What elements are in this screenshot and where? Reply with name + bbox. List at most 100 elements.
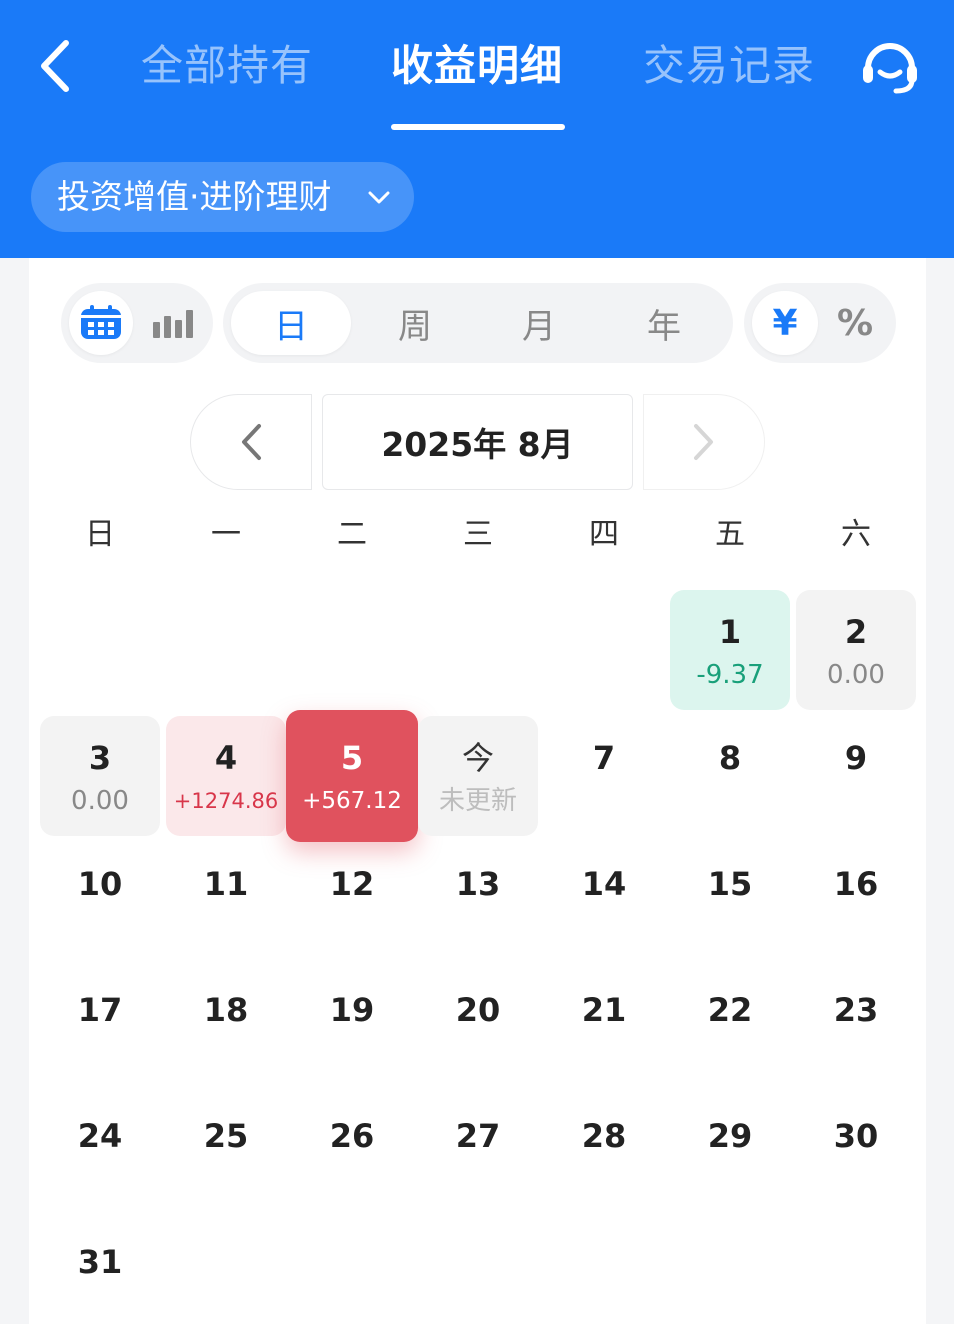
day-number: 29 [707, 1117, 753, 1155]
day-number: 27 [455, 1117, 501, 1155]
day-earnings: 未更新 [438, 786, 517, 816]
tab-transactions[interactable]: 交易记录 [643, 36, 815, 96]
calendar-day[interactable]: 23 [796, 968, 916, 1088]
calendar-day[interactable]: 30 [796, 1094, 916, 1214]
day-number: 7 [592, 739, 616, 777]
period-month[interactable]: 月 [479, 291, 599, 355]
next-month-button[interactable] [643, 394, 765, 490]
weekday-label: 三 [463, 517, 493, 552]
calendar-day[interactable]: 22 [670, 968, 790, 1088]
day-number: 4 [214, 739, 238, 777]
tab-holdings[interactable]: 全部持有 [141, 36, 313, 96]
day-earnings: -9.37 [696, 660, 764, 690]
day-number: 12 [329, 865, 375, 903]
calendar-day[interactable]: 12 [292, 842, 412, 962]
calendar-day[interactable]: 21 [544, 968, 664, 1088]
day-earnings: 0.00 [71, 786, 129, 816]
day-number: 13 [455, 865, 501, 903]
calendar-day[interactable]: 1 -9.37 [670, 590, 790, 710]
calendar-day[interactable]: 20 [418, 968, 538, 1088]
day-number: 30 [833, 1117, 879, 1155]
day-number: 3 [88, 739, 112, 777]
chart-view-button[interactable] [141, 291, 205, 355]
calendar-day[interactable]: 15 [670, 842, 790, 962]
calendar-icon [81, 305, 121, 339]
unit-toggle: ¥ % [744, 283, 896, 363]
calendar-day[interactable]: 16 [796, 842, 916, 962]
chevron-left-icon [41, 40, 69, 92]
day-number: 今 [461, 739, 494, 777]
period-day[interactable]: 日 [231, 291, 351, 355]
day-number: 5 [340, 739, 364, 777]
weekday-label: 一 [211, 517, 241, 552]
day-number: 19 [329, 991, 375, 1029]
weekday-label: 二 [337, 517, 367, 552]
day-number: 17 [77, 991, 123, 1029]
customer-service-button[interactable] [858, 34, 922, 98]
back-button[interactable] [30, 30, 78, 102]
day-number: 22 [707, 991, 753, 1029]
calendar-day[interactable]: 19 [292, 968, 412, 1088]
calendar-day-today[interactable]: 今未更新 [418, 716, 538, 836]
day-number: 14 [581, 865, 627, 903]
day-number: 11 [203, 865, 249, 903]
day-number: 15 [707, 865, 753, 903]
calendar-day[interactable]: 5 +567.12 [286, 710, 418, 842]
calendar-day[interactable]: 25 [166, 1094, 286, 1214]
calendar-view-button[interactable] [69, 291, 133, 355]
view-toggle [61, 283, 213, 363]
tab-earnings-detail[interactable]: 收益明细 [391, 36, 563, 96]
day-earnings: +567.12 [302, 788, 402, 814]
chevron-left-icon [242, 424, 261, 460]
unit-percent[interactable]: % [822, 291, 888, 355]
period-week[interactable]: 周 [355, 291, 475, 355]
day-number: 8 [718, 739, 742, 777]
calendar-day[interactable]: 2 0.00 [796, 590, 916, 710]
day-number: 31 [77, 1243, 123, 1281]
day-number: 10 [77, 865, 123, 903]
day-number: 21 [581, 991, 627, 1029]
day-number: 26 [329, 1117, 375, 1155]
headset-icon [863, 43, 917, 94]
product-selector[interactable]: 投资增值·进阶理财 [31, 162, 414, 232]
calendar-day[interactable]: 28 [544, 1094, 664, 1214]
calendar-day[interactable]: 8 [670, 716, 790, 836]
calendar-day[interactable]: 27 [418, 1094, 538, 1214]
calendar-day[interactable]: 18 [166, 968, 286, 1088]
calendar-day[interactable]: 13 [418, 842, 538, 962]
calendar-day[interactable]: 26 [292, 1094, 412, 1214]
calendar-day[interactable]: 7 [544, 716, 664, 836]
day-number: 25 [203, 1117, 249, 1155]
unit-amount[interactable]: ¥ [752, 291, 818, 355]
calendar-day[interactable]: 14 [544, 842, 664, 962]
chevron-down-icon [368, 191, 390, 204]
day-earnings: 0.00 [827, 660, 885, 690]
calendar-day[interactable]: 10 [40, 842, 160, 962]
calendar-day[interactable]: 29 [670, 1094, 790, 1214]
product-label: 投资增值·进阶理财 [57, 177, 332, 216]
app-header: 全部持有 收益明细 交易记录 投资增值·进阶理财 [0, 0, 954, 258]
day-number: 18 [203, 991, 249, 1029]
calendar-day[interactable]: 11 [166, 842, 286, 962]
day-number: 2 [844, 613, 868, 651]
month-display[interactable]: 2025年 8月 [322, 394, 633, 490]
calendar-day[interactable]: 3 0.00 [40, 716, 160, 836]
chevron-right-icon [694, 424, 713, 460]
tab-underline [391, 124, 565, 130]
weekday-label: 六 [841, 517, 871, 552]
day-number: 23 [833, 991, 879, 1029]
period-year[interactable]: 年 [603, 291, 725, 355]
calendar-day[interactable]: 4 +1274.86 [166, 716, 286, 836]
calendar-day[interactable]: 17 [40, 968, 160, 1088]
calendar-day[interactable]: 24 [40, 1094, 160, 1214]
period-selector: 日 周 月 年 [223, 283, 733, 363]
day-number: 16 [833, 865, 879, 903]
calendar-day[interactable]: 9 [796, 716, 916, 836]
weekday-label: 五 [715, 517, 745, 552]
day-earnings: +1274.86 [173, 789, 279, 813]
day-number: 24 [77, 1117, 123, 1155]
calendar-day[interactable]: 31 [40, 1220, 160, 1324]
weekday-label: 四 [589, 517, 619, 552]
month-label: 2025年 8月 [381, 425, 574, 464]
prev-month-button[interactable] [190, 394, 312, 490]
